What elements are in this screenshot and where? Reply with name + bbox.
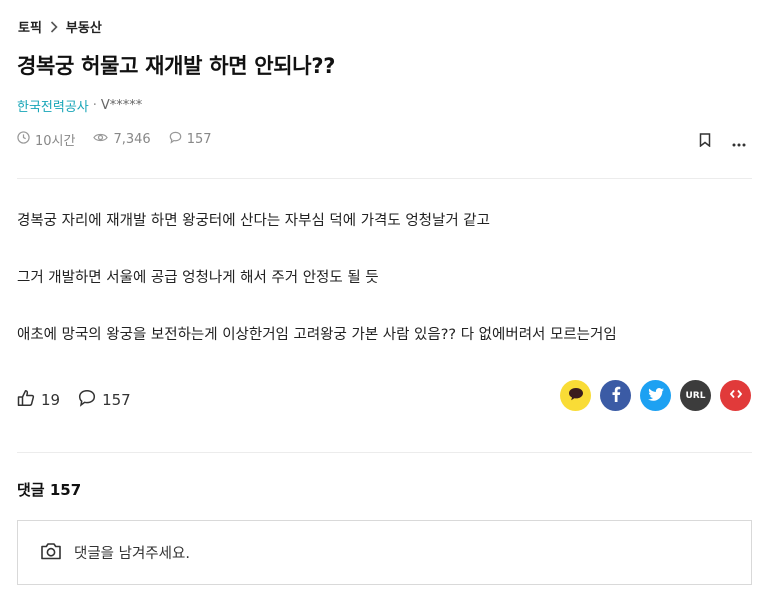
bookmark-icon — [699, 132, 711, 151]
comment-placeholder: 댓글을 남겨주세요. — [74, 546, 190, 562]
post-reactions: 19 157 — [17, 389, 149, 411]
comments-heading: 댓글 157 — [17, 481, 82, 499]
post-paragraph: 경복궁 자리에 재개발 하면 왕궁터에 산다는 자부심 덕에 가격도 엉청날거 … — [17, 213, 490, 229]
post-comment-count-text: 157 — [186, 132, 212, 147]
post-views-text: 7,346 — [113, 132, 151, 147]
breadcrumb: 토픽 부동산 — [18, 17, 102, 36]
url-copy-button[interactable]: URL — [680, 380, 711, 411]
post-time: 10시간 — [17, 130, 75, 149]
post-author: 한국전력공사 · V***** — [17, 96, 142, 115]
post-paragraph: 애초에 망국의 왕궁을 보전하는게 이상한거임 고려왕궁 가본 사람 있음?? … — [17, 327, 617, 343]
clock-icon — [17, 131, 35, 148]
kakaotalk-icon — [568, 387, 584, 404]
post-stats: 10시간 7,346 157 — [17, 130, 230, 149]
breadcrumb-topic[interactable]: 토픽 — [18, 17, 42, 36]
speech-bubble-icon — [78, 389, 102, 411]
comment-button[interactable]: 157 — [78, 389, 131, 411]
post-time-text: 10시간 — [35, 134, 76, 149]
chevron-right-icon — [50, 20, 58, 33]
kakao-share-button[interactable] — [560, 380, 591, 411]
thumbs-up-icon — [17, 389, 41, 411]
post-views: 7,346 — [93, 132, 151, 147]
post-body: 경복궁 자리에 재개발 하면 왕궁터에 산다는 자부심 덕에 가격도 엉청날거 … — [17, 210, 752, 381]
camera-icon[interactable] — [40, 542, 74, 564]
url-label: URL — [685, 390, 706, 401]
post-comment-count: 157 — [169, 131, 212, 148]
twitter-icon — [647, 387, 664, 404]
twitter-share-button[interactable] — [640, 380, 671, 411]
post-title: 경복궁 허물고 재개발 하면 안되나?? — [17, 54, 336, 78]
eye-icon — [93, 132, 113, 147]
post-actions — [682, 131, 750, 151]
comment-input[interactable]: 댓글을 남겨주세요. — [17, 520, 752, 585]
like-button[interactable]: 19 — [17, 389, 60, 411]
facebook-share-button[interactable] — [600, 380, 631, 411]
embed-share-button[interactable] — [720, 380, 751, 411]
comment-count: 157 — [102, 391, 131, 409]
like-count: 19 — [41, 391, 61, 409]
author-company[interactable]: 한국전력공사 — [17, 96, 89, 115]
bookmark-button[interactable] — [694, 131, 716, 151]
facebook-icon — [611, 386, 621, 405]
breadcrumb-category[interactable]: 부동산 — [66, 17, 102, 36]
author-separator: · — [92, 98, 97, 113]
header-divider — [17, 178, 752, 179]
code-brackets-icon — [729, 389, 742, 402]
post-paragraph: 그거 개발하면 서울에 공급 엉청나게 해서 주거 안정도 될 듯 — [17, 270, 379, 286]
more-options-button[interactable] — [728, 131, 750, 151]
author-nickname: V***** — [100, 98, 143, 113]
more-horizontal-icon — [732, 132, 746, 151]
speech-bubble-icon — [169, 131, 187, 148]
comments-divider — [17, 452, 752, 453]
share-buttons: URL — [551, 380, 751, 411]
